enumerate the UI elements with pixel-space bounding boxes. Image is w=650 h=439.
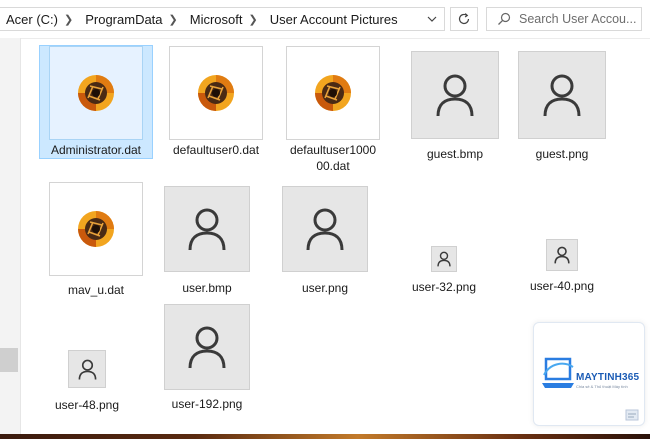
breadcrumb-separator-icon[interactable]: ❯ bbox=[60, 13, 77, 26]
file-name: user.png bbox=[301, 281, 349, 295]
breadcrumb[interactable]: Acer (C:) ❯ ProgramData ❯ Microsoft ❯ Us… bbox=[0, 7, 445, 31]
user-silhouette-icon bbox=[188, 208, 226, 251]
file-item-guest-png[interactable]: guest.png bbox=[505, 50, 619, 163]
breadcrumb-drive[interactable]: Acer (C:) bbox=[0, 12, 60, 27]
aperture-logo-icon bbox=[315, 75, 351, 111]
file-name: guest.png bbox=[535, 147, 589, 161]
watermark-tagline: Chia sẻ & Thủ thuật Máy tính bbox=[576, 384, 628, 389]
navigation-selected-item[interactable] bbox=[0, 348, 18, 372]
address-bar: Acer (C:) ❯ ProgramData ❯ Microsoft ❯ Us… bbox=[0, 0, 650, 39]
file-item-mav-u-dat[interactable]: mav_u.dat bbox=[39, 181, 153, 299]
file-thumbnail bbox=[518, 51, 606, 139]
file-thumbnail bbox=[282, 186, 368, 272]
file-item-defaultuser100000-dat[interactable]: defaultuser100000.dat bbox=[276, 45, 390, 175]
file-name: defaultuser100000.dat bbox=[289, 143, 377, 173]
file-name: user.bmp bbox=[182, 281, 232, 295]
watermark-brand: MAYTINH365 bbox=[576, 372, 640, 383]
file-name: user-32.png bbox=[411, 280, 477, 294]
file-name: user-48.png bbox=[54, 398, 120, 412]
screen-corner-icon bbox=[625, 409, 639, 421]
file-thumbnail bbox=[286, 46, 380, 140]
file-thumbnail bbox=[49, 46, 143, 140]
user-silhouette-icon bbox=[543, 74, 581, 117]
file-item-user-bmp[interactable]: user.bmp bbox=[150, 185, 264, 297]
breadcrumb-microsoft[interactable]: Microsoft bbox=[182, 12, 245, 27]
refresh-button[interactable] bbox=[450, 7, 478, 31]
file-name: user-40.png bbox=[529, 279, 595, 293]
chevron-down-icon[interactable] bbox=[420, 8, 444, 30]
user-silhouette-icon bbox=[188, 326, 226, 369]
computer-logo-icon bbox=[542, 357, 574, 388]
file-name: user-192.png bbox=[171, 397, 243, 411]
navigation-pane[interactable] bbox=[0, 38, 21, 434]
breadcrumb-programdata[interactable]: ProgramData bbox=[77, 12, 164, 27]
file-thumbnail bbox=[431, 246, 457, 272]
breadcrumb-separator-icon[interactable]: ❯ bbox=[165, 13, 182, 26]
user-silhouette-icon bbox=[78, 359, 96, 380]
file-item-administrator-dat[interactable]: Administrator.dat bbox=[39, 45, 153, 159]
user-silhouette-icon bbox=[306, 208, 344, 251]
file-thumbnail bbox=[411, 51, 499, 139]
search-input[interactable]: Search User Accou... bbox=[486, 7, 642, 31]
breadcrumb-user-account-pictures[interactable]: User Account Pictures bbox=[262, 12, 400, 27]
file-thumbnail bbox=[68, 350, 106, 388]
file-thumbnail bbox=[169, 46, 263, 140]
file-item-user-192-png[interactable]: user-192.png bbox=[150, 303, 264, 413]
file-name: guest.bmp bbox=[426, 147, 484, 161]
file-item-user-png[interactable]: user.png bbox=[268, 185, 382, 297]
search-placeholder: Search User Accou... bbox=[519, 12, 637, 26]
desktop-background bbox=[0, 434, 650, 439]
file-item-guest-bmp[interactable]: guest.bmp bbox=[398, 50, 512, 163]
user-silhouette-icon bbox=[436, 74, 474, 117]
file-thumbnail bbox=[546, 239, 578, 271]
aperture-logo-icon bbox=[198, 75, 234, 111]
file-thumbnail bbox=[49, 182, 143, 276]
breadcrumb-separator-icon[interactable]: ❯ bbox=[244, 13, 261, 26]
search-icon bbox=[498, 12, 511, 25]
watermark: MAYTINH365 Chia sẻ & Thủ thuật Máy tính bbox=[533, 322, 645, 426]
file-thumbnail bbox=[164, 186, 250, 272]
file-item-user-32-png[interactable]: user-32.png bbox=[387, 245, 501, 296]
file-item-user-48-png[interactable]: user-48.png bbox=[30, 349, 144, 414]
aperture-logo-icon bbox=[78, 211, 114, 247]
user-silhouette-icon bbox=[437, 251, 451, 267]
file-name: Administrator.dat bbox=[50, 143, 142, 157]
file-name: defaultuser0.dat bbox=[172, 143, 260, 157]
file-thumbnail bbox=[164, 304, 250, 390]
aperture-logo-icon bbox=[78, 75, 114, 111]
file-item-defaultuser0-dat[interactable]: defaultuser0.dat bbox=[159, 45, 273, 159]
user-silhouette-icon bbox=[554, 246, 570, 264]
file-item-user-40-png[interactable]: user-40.png bbox=[505, 238, 619, 295]
file-name: mav_u.dat bbox=[67, 283, 125, 297]
refresh-icon bbox=[458, 13, 470, 25]
